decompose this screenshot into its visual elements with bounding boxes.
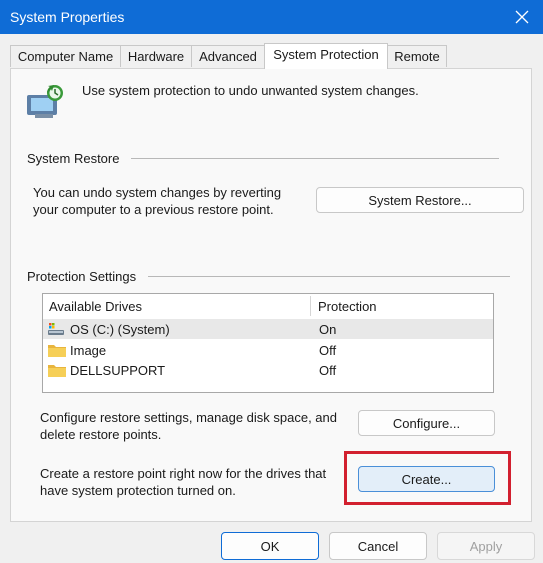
folder-drive-icon: [47, 342, 67, 361]
column-header-drives[interactable]: Available Drives: [49, 299, 142, 314]
drive-row-os[interactable]: OS (C:) (System) On: [43, 319, 493, 339]
column-divider[interactable]: [310, 296, 311, 316]
system-protection-icon: [25, 83, 65, 124]
configure-button[interactable]: Configure...: [358, 410, 495, 436]
drive-protection-status: Off: [319, 363, 337, 378]
cancel-button[interactable]: Cancel: [329, 532, 427, 560]
tab-advanced[interactable]: Advanced: [191, 45, 265, 67]
drive-row-dellsupport[interactable]: DELLSUPPORT Off: [43, 360, 493, 380]
column-header-protection[interactable]: Protection: [318, 299, 377, 314]
tab-hardware[interactable]: Hardware: [120, 45, 192, 67]
system-restore-description-line1: You can undo system changes by reverting: [33, 185, 282, 200]
tab-panel: Use system protection to undo unwanted s…: [10, 68, 532, 522]
create-button[interactable]: Create...: [358, 466, 495, 492]
configure-description-line1: Configure restore settings, manage disk …: [40, 410, 338, 425]
drive-name: OS (C:) (System): [70, 322, 170, 337]
tab-system-protection[interactable]: System Protection: [264, 43, 388, 69]
system-restore-description-line2: your computer to a previous restore poin…: [33, 202, 274, 217]
dialog-footer: OK Cancel Apply: [0, 528, 543, 563]
apply-button[interactable]: Apply: [437, 532, 535, 560]
close-icon[interactable]: [511, 6, 533, 28]
system-restore-button[interactable]: System Restore...: [316, 187, 524, 213]
create-description-line1: Create a restore point right now for the…: [40, 466, 327, 481]
tab-remote[interactable]: Remote: [387, 45, 447, 67]
system-restore-divider: [131, 158, 499, 159]
window-title: System Properties: [10, 9, 125, 25]
folder-drive-icon: [47, 362, 67, 381]
ok-button[interactable]: OK: [221, 532, 319, 560]
drives-list[interactable]: Available Drives Protection OS (C:) (Sys…: [42, 293, 494, 393]
protection-settings-heading: Protection Settings: [27, 269, 137, 284]
create-description-line2: have system protection turned on.: [40, 483, 236, 498]
title-bar: System Properties: [0, 0, 543, 34]
system-restore-heading: System Restore: [27, 151, 120, 166]
system-drive-icon: [47, 321, 65, 340]
configure-description-line2: delete restore points.: [40, 427, 162, 442]
drives-list-header: Available Drives Protection: [43, 294, 493, 318]
drive-protection-status: Off: [319, 343, 337, 358]
intro-text: Use system protection to undo unwanted s…: [82, 83, 419, 98]
drive-name: DELLSUPPORT: [70, 363, 166, 378]
drive-row-image[interactable]: Image Off: [43, 340, 493, 360]
tab-computer-name[interactable]: Computer Name: [10, 45, 121, 67]
drive-protection-status: On: [319, 322, 337, 337]
drive-name: Image: [70, 343, 107, 358]
protection-settings-divider: [148, 276, 510, 277]
